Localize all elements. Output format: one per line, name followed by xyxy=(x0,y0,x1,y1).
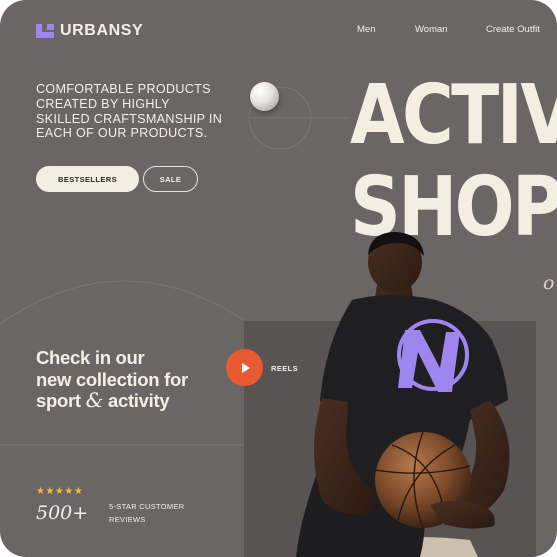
rating-stars: ★★★★★ xyxy=(36,486,84,497)
play-icon xyxy=(241,362,250,373)
collection-headline: Check in our new collection for sport & … xyxy=(36,347,236,412)
headline-ampersand: & xyxy=(85,388,104,412)
reels-label[interactable]: REELS xyxy=(271,364,298,373)
page-frame: URBANSY Men Woman Create Outfit COMFORTA… xyxy=(0,0,557,557)
headline-line2: new collection for xyxy=(36,368,188,390)
headline-word-activity: activity xyxy=(107,390,170,411)
headline-line1: Check in our xyxy=(36,347,145,368)
review-count: 500+ xyxy=(36,502,89,524)
headline-word-sport: sport xyxy=(36,390,81,411)
review-label: 5-STAR CUSTOMER REVIEWS xyxy=(109,502,185,524)
athlete-image xyxy=(296,232,510,557)
